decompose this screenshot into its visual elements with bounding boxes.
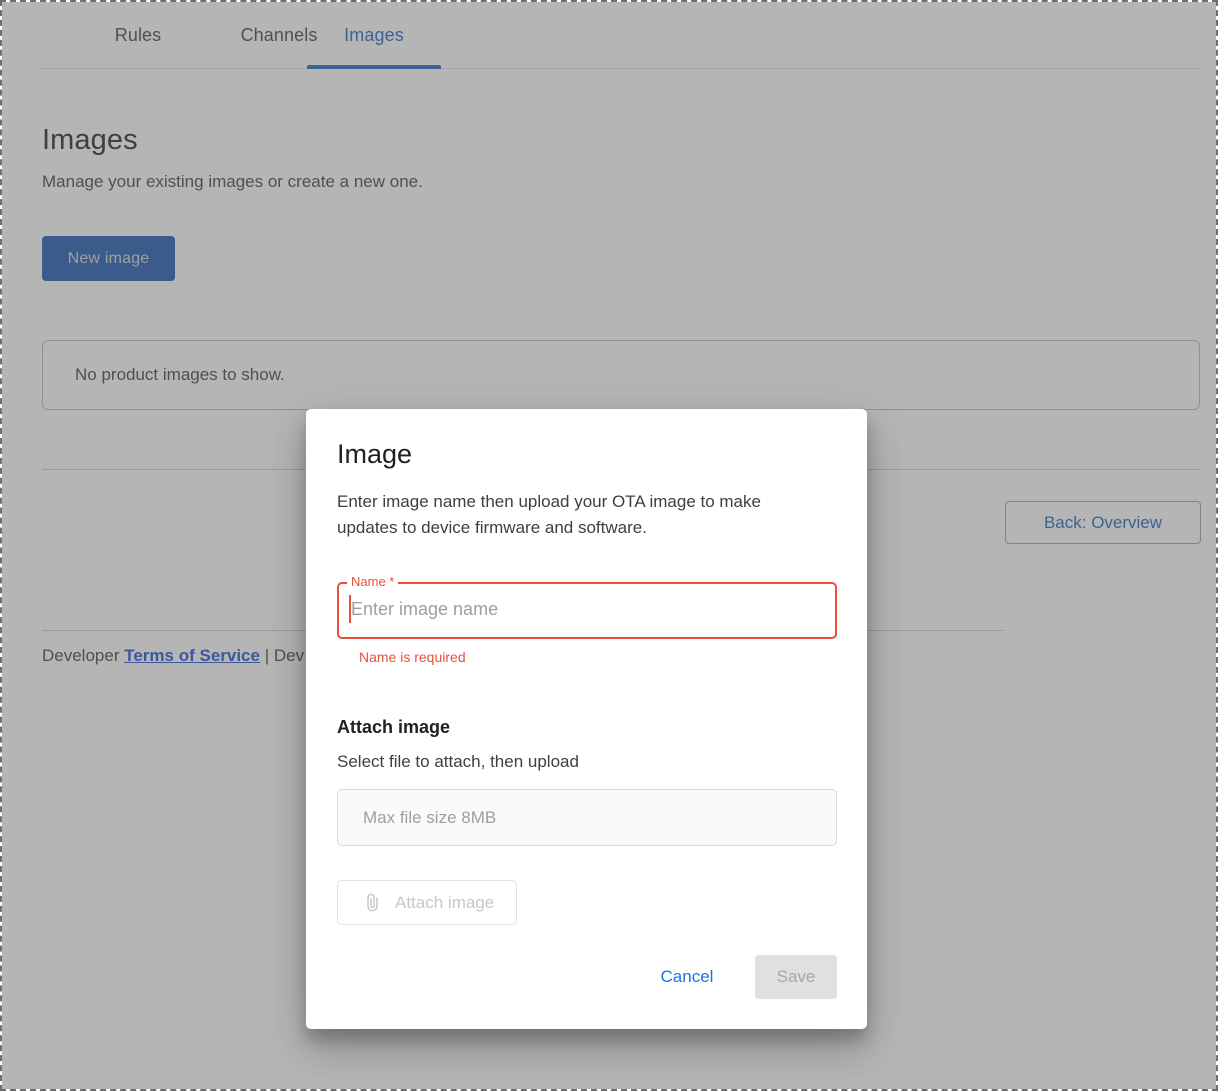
attach-section-subtitle: Select file to attach, then upload [337,752,579,771]
image-dialog: Image Enter image name then upload your … [306,409,867,1029]
file-drop-field[interactable]: Max file size 8MB [337,789,837,846]
paperclip-icon [365,893,379,913]
dialog-title: Image [337,439,413,469]
attach-image-button-label: Attach image [395,892,495,912]
name-field-error: Name is required [359,649,466,665]
cancel-button[interactable]: Cancel [642,957,732,997]
browser-viewport: Rules Channels Images Images Manage your… [0,0,1218,1091]
attach-image-button[interactable]: Attach image [337,880,517,925]
name-field-wrapper: Name * [337,574,837,639]
name-input[interactable] [349,584,819,635]
attach-section-title: Attach image [337,717,451,737]
save-button: Save [755,955,837,999]
file-placeholder-label: Max file size 8MB [363,807,497,827]
dialog-description: Enter image name then upload your OTA im… [337,492,761,537]
